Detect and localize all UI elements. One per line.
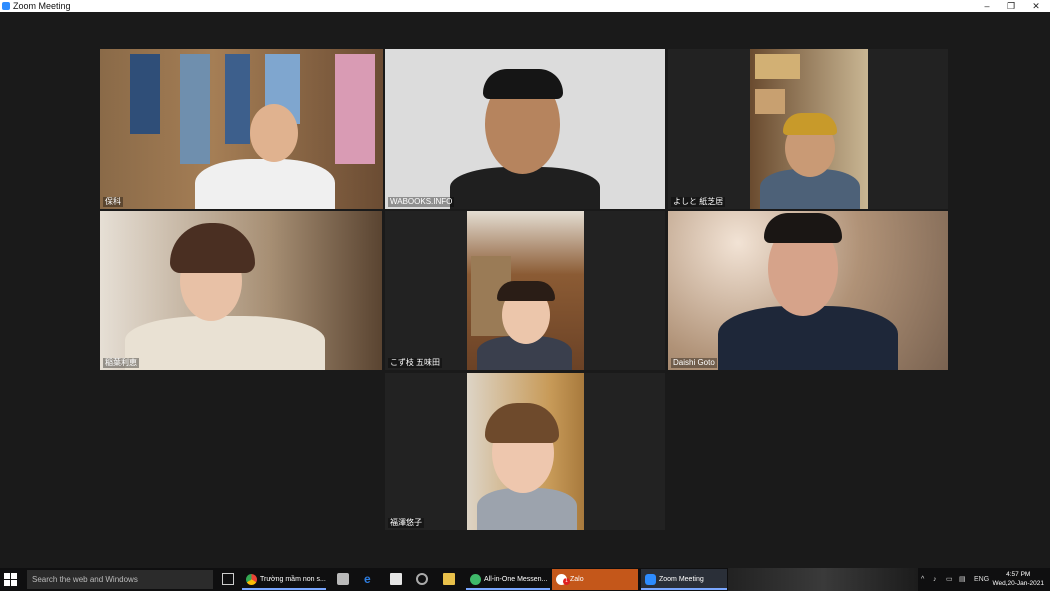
close-button[interactable]: ✕ — [1023, 0, 1049, 12]
participant-tile[interactable]: 稲葉利恵 — [100, 211, 382, 370]
participant-tile[interactable]: WABOOKS.INFO — [385, 49, 665, 209]
taskbar-app-label: Trường mầm non s... — [260, 576, 326, 583]
language-indicator[interactable]: ENG — [974, 568, 989, 591]
participant-name: Daishi Goto — [671, 358, 717, 368]
clock-time: 4:57 PM — [1006, 571, 1031, 578]
mail-icon[interactable] — [337, 573, 349, 585]
participant-video — [100, 49, 383, 209]
participant-name: 稲葉利恵 — [103, 358, 139, 368]
taskbar-app-zalo[interactable]: 1 Zalo — [552, 569, 638, 590]
taskbar-wallpaper-strip — [728, 568, 918, 591]
taskbar-app-label: Zoom Meeting — [659, 576, 704, 583]
participant-video — [385, 49, 665, 209]
zoom-icon — [645, 574, 656, 585]
taskbar-app-zoom[interactable]: Zoom Meeting — [641, 569, 727, 590]
participant-name: よしと 紙芝居 — [671, 197, 726, 207]
restore-button[interactable]: ❐ — [998, 0, 1024, 12]
notification-badge: 1 — [563, 578, 570, 585]
title-bar: Zoom Meeting – ❐ ✕ — [0, 0, 1050, 12]
settings-icon[interactable] — [416, 573, 428, 585]
taskbar-clock[interactable]: 4:57 PM Wed,20-Jan-2021 — [992, 570, 1044, 588]
participant-name: WABOOKS.INFO — [388, 197, 455, 207]
participant-name: 福澤悠子 — [388, 518, 424, 528]
chrome-icon — [246, 574, 257, 585]
messenger-icon — [470, 574, 481, 585]
zoom-app-icon — [2, 2, 10, 10]
participant-video — [467, 211, 584, 370]
windows-start-button[interactable] — [4, 573, 18, 587]
windows-taskbar: Search the web and Windows Trường mầm no… — [0, 568, 1050, 591]
taskbar-app-label: All-in-One Messen... — [484, 576, 548, 583]
edge-icon[interactable]: e — [364, 573, 376, 585]
taskbar-search-input[interactable]: Search the web and Windows — [27, 570, 213, 589]
store-icon[interactable] — [390, 573, 402, 585]
participant-tile[interactable]: こず枝 五味田 — [385, 211, 665, 370]
tray-chevron-icon[interactable]: ^ — [921, 568, 924, 591]
clock-date: Wed,20-Jan-2021 — [992, 580, 1044, 587]
minimize-button[interactable]: – — [974, 0, 1000, 12]
notifications-icon[interactable]: ▤ — [959, 568, 966, 591]
file-explorer-icon[interactable] — [443, 573, 455, 585]
video-gallery: 保科 WABOOKS.INFO よしと 紙芝居 稲葉利恵 こず枝 五味田 Dai… — [0, 12, 1050, 568]
participant-name: こず枝 五味田 — [388, 358, 443, 368]
participant-tile[interactable]: よしと 紙芝居 — [668, 49, 948, 209]
window-title: Zoom Meeting — [13, 1, 71, 11]
participant-tile[interactable]: Daishi Goto — [668, 211, 948, 370]
taskbar-app-chrome[interactable]: Trường mầm non s... — [242, 569, 326, 590]
participant-video — [750, 49, 868, 209]
volume-icon[interactable]: ♪ — [933, 568, 937, 591]
participant-video — [668, 211, 948, 370]
network-icon[interactable]: ▭ — [946, 568, 953, 591]
participant-tile[interactable]: 福澤悠子 — [385, 373, 665, 530]
task-view-icon[interactable] — [222, 573, 234, 585]
participant-video — [100, 211, 382, 370]
participant-video — [467, 373, 584, 530]
taskbar-app-messenger[interactable]: All-in-One Messen... — [466, 569, 550, 590]
taskbar-app-label: Zalo — [570, 576, 584, 583]
participant-tile[interactable]: 保科 — [100, 49, 383, 209]
participant-name: 保科 — [103, 197, 123, 207]
